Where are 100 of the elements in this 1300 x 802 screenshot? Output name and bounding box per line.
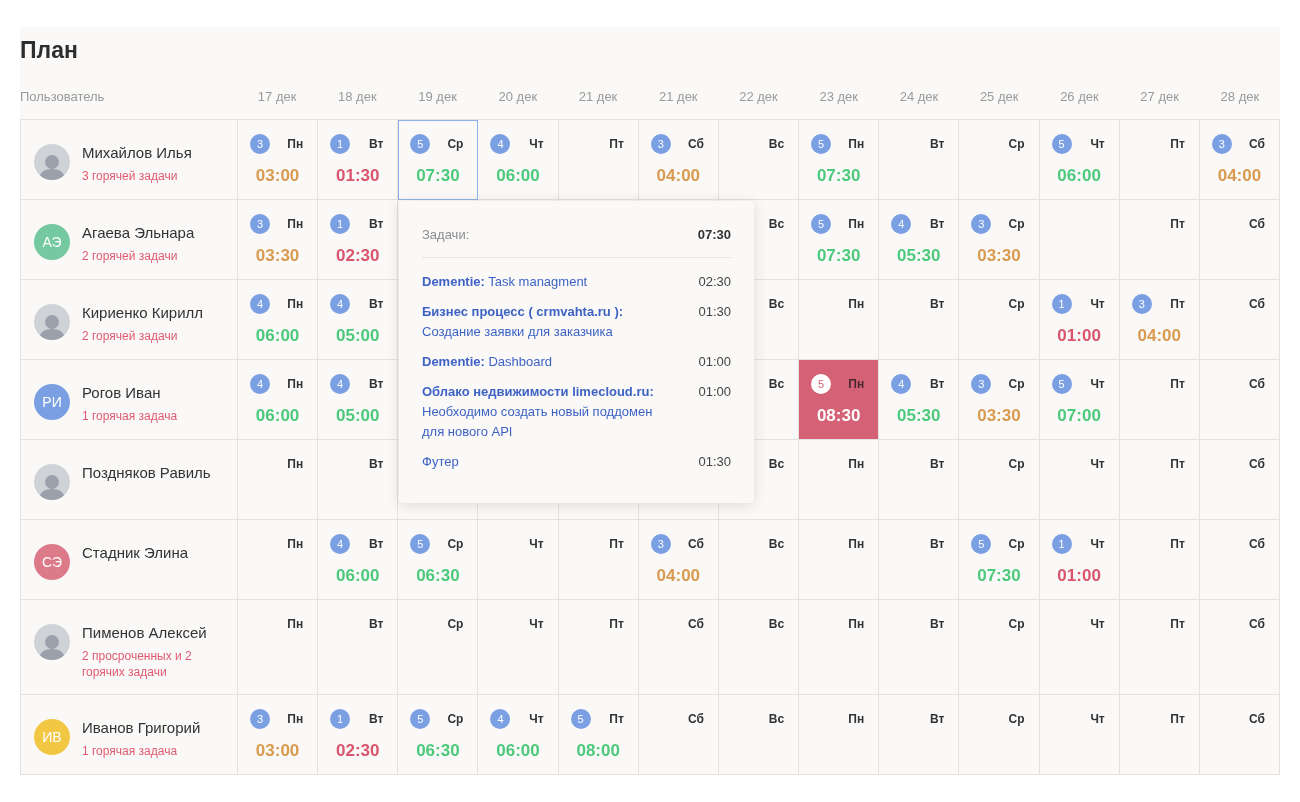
day-cell[interactable]: 1 Вт 02:30 xyxy=(318,695,399,775)
day-cell[interactable]: Ср xyxy=(959,600,1040,695)
day-cell[interactable]: Пт xyxy=(1119,360,1200,440)
day-cell[interactable]: Чт xyxy=(1039,695,1120,775)
day-cell[interactable]: 3 Пн 03:00 xyxy=(238,695,319,775)
day-cell[interactable]: Пн xyxy=(238,440,319,520)
day-cell[interactable]: 4 Вт 05:30 xyxy=(879,200,960,280)
day-cell[interactable]: Чт xyxy=(1039,600,1120,695)
user-name[interactable]: Кириенко Кирилл xyxy=(82,302,222,325)
day-cell[interactable]: Вс xyxy=(718,520,800,600)
count-badge: 5 xyxy=(811,134,832,154)
day-cell[interactable]: 1 Вт 01:30 xyxy=(318,120,399,200)
day-cell[interactable]: Пн xyxy=(799,600,880,695)
day-cell[interactable]: Вт xyxy=(879,440,960,520)
day-cell[interactable]: Пт xyxy=(1119,120,1200,200)
user-name[interactable]: Рогов Иван xyxy=(82,382,222,405)
day-cell[interactable]: 3 Сб 04:00 xyxy=(1199,120,1280,200)
day-cell[interactable]: Сб xyxy=(1199,600,1280,695)
day-cell[interactable]: 3 Пт 04:00 xyxy=(1119,280,1200,360)
weekday-label: Чт xyxy=(1090,456,1105,473)
day-cell[interactable]: Вт xyxy=(879,695,960,775)
day-cell[interactable]: Пн xyxy=(799,440,880,520)
day-cell[interactable]: Пн xyxy=(799,520,880,600)
day-cell[interactable]: Ср xyxy=(398,600,479,695)
day-cell[interactable]: Сб xyxy=(1199,280,1280,360)
day-cell[interactable]: Сб xyxy=(1199,440,1280,520)
day-cell[interactable]: 4 Вт 05:00 xyxy=(318,280,399,360)
user-name[interactable]: Агаева Эльнара xyxy=(82,222,222,245)
day-cell[interactable]: Пн xyxy=(238,520,319,600)
day-cell[interactable]: 5 Пн 07:30 xyxy=(799,200,880,280)
hours-value: 06:00 xyxy=(1057,165,1101,187)
weekday-label: Сб xyxy=(1249,296,1265,313)
day-cell[interactable]: Чт xyxy=(1039,440,1120,520)
day-cell[interactable]: 4 Пн 06:00 xyxy=(238,360,319,440)
task-link[interactable]: Футер xyxy=(422,451,672,472)
day-cell[interactable]: Чт xyxy=(478,520,559,600)
day-cell[interactable]: Ср xyxy=(959,695,1040,775)
day-cell[interactable]: Пт xyxy=(558,520,639,600)
day-cell[interactable]: Пн xyxy=(238,600,319,695)
day-cell[interactable]: 5 Ср 06:30 xyxy=(398,520,479,600)
day-cell[interactable]: Ср xyxy=(959,440,1040,520)
day-cell[interactable]: Вт xyxy=(879,600,960,695)
day-cell[interactable]: 5 Пн 08:30 xyxy=(799,360,880,440)
day-cell[interactable]: 1 Чт 01:00 xyxy=(1039,520,1120,600)
day-cell[interactable]: Вс xyxy=(718,120,800,200)
day-cell[interactable]: 1 Вт 02:30 xyxy=(318,200,399,280)
day-cell[interactable]: Сб xyxy=(1199,200,1280,280)
day-cell[interactable]: 3 Ср 03:30 xyxy=(959,360,1040,440)
day-cell[interactable]: 5 Пт 08:00 xyxy=(558,695,639,775)
day-cell[interactable]: 5 Чт 07:00 xyxy=(1039,360,1120,440)
day-cell[interactable]: Вс xyxy=(718,600,800,695)
day-cell[interactable]: Сб xyxy=(1199,695,1280,775)
task-link[interactable]: Dementie: Task managment xyxy=(422,271,672,292)
day-cell[interactable]: Пт xyxy=(1119,695,1200,775)
day-cell[interactable]: Пт xyxy=(1119,440,1200,520)
day-cell[interactable]: Пт xyxy=(1119,200,1200,280)
day-cell[interactable]: Чт xyxy=(478,600,559,695)
day-cell[interactable]: 5 Ср 07:30 xyxy=(398,120,479,200)
day-cell[interactable]: 4 Вт 05:00 xyxy=(318,360,399,440)
day-cell[interactable]: Вт xyxy=(318,600,399,695)
day-cell[interactable]: Сб xyxy=(1199,520,1280,600)
day-cell[interactable]: 4 Пн 06:00 xyxy=(238,280,319,360)
day-cell[interactable]: Сб xyxy=(638,695,719,775)
task-link[interactable]: Бизнес процесс ( crmvahta.ru ): Создание заявки для заказчика xyxy=(422,301,672,342)
user-name[interactable]: Михайлов Илья xyxy=(82,142,222,165)
day-cell[interactable]: 4 Вт 06:00 xyxy=(318,520,399,600)
day-cell[interactable]: Вт xyxy=(879,120,960,200)
day-cell[interactable]: Вс xyxy=(718,695,800,775)
task-link[interactable]: Облако недвижимости limecloud.ru: Необходимо создать новый поддомен для нового API xyxy=(422,381,672,442)
day-cell[interactable]: Вт xyxy=(879,520,960,600)
day-cell[interactable]: 5 Чт 06:00 xyxy=(1039,120,1120,200)
day-cell[interactable]: 4 Чт 06:00 xyxy=(478,120,559,200)
day-cell[interactable]: 5 Пн 07:30 xyxy=(799,120,880,200)
day-cell[interactable]: 1 Чт 01:00 xyxy=(1039,280,1120,360)
day-cell[interactable]: 3 Пн 03:00 xyxy=(238,120,319,200)
day-cell[interactable]: Пт xyxy=(1119,600,1200,695)
day-cell[interactable]: Ср xyxy=(959,120,1040,200)
day-cell[interactable]: 3 Пн 03:30 xyxy=(238,200,319,280)
day-cell[interactable]: 4 Чт 06:00 xyxy=(478,695,559,775)
day-cell[interactable]: 5 Ср 06:30 xyxy=(398,695,479,775)
day-cell[interactable]: Вт xyxy=(879,280,960,360)
day-cell[interactable]: Сб xyxy=(1199,360,1280,440)
user-name[interactable]: Пименов Алексей xyxy=(82,622,222,645)
day-cell[interactable]: 5 Ср 07:30 xyxy=(959,520,1040,600)
day-cell[interactable]: 3 Сб 04:00 xyxy=(638,120,719,200)
task-link[interactable]: Dementie: Dashboard xyxy=(422,351,672,372)
hours-value: 05:30 xyxy=(897,245,941,267)
day-cell[interactable]: 3 Сб 04:00 xyxy=(638,520,719,600)
user-name[interactable]: Стадник Элина xyxy=(82,542,189,565)
day-cell[interactable]: Пт xyxy=(1119,520,1200,600)
day-cell[interactable]: Пт xyxy=(558,600,639,695)
day-cell[interactable]: Ср xyxy=(959,280,1040,360)
user-name[interactable]: Иванов Григорий xyxy=(82,717,222,740)
day-cell[interactable]: Пн xyxy=(799,695,880,775)
day-cell[interactable]: Сб xyxy=(638,600,719,695)
day-cell[interactable]: 4 Вт 05:30 xyxy=(879,360,960,440)
day-cell[interactable]: Пт xyxy=(558,120,639,200)
day-cell[interactable]: Вт xyxy=(318,440,399,520)
user-name[interactable]: Поздняков Равиль xyxy=(82,462,211,485)
day-cell[interactable]: 3 Ср 03:30 xyxy=(959,200,1040,280)
